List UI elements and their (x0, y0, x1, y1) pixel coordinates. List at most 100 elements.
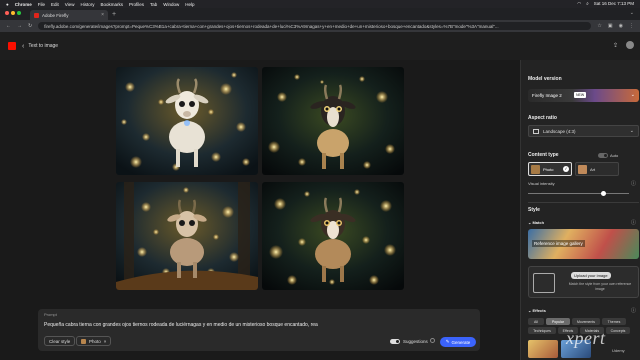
aspect-chevron-icon: ⌄ (629, 128, 634, 134)
chevron-down-icon: ⌄ (630, 92, 635, 98)
firefly-header: ‹ Text to image ⇪ (0, 32, 640, 60)
generated-image-2[interactable] (262, 67, 404, 175)
photo-option-label: Photo (543, 167, 554, 172)
style-heading: Style (528, 207, 540, 213)
menu-edit[interactable]: Edit (51, 2, 59, 7)
menu-view[interactable]: View (65, 2, 75, 7)
goat-image-forest (116, 182, 258, 290)
adobe-logo-icon[interactable] (8, 42, 16, 50)
effect-thumbnail-1[interactable] (528, 340, 558, 358)
photo-thumbnail (531, 165, 540, 174)
effect-tab-popular[interactable]: Popular (546, 318, 570, 325)
effect-tab-techniques[interactable]: Techniques (528, 327, 556, 334)
clear-style-label: Clear style (49, 338, 71, 344)
apple-icon[interactable]: ● (6, 2, 9, 7)
prompt-input[interactable]: Pequeña cabra tierna con grandes ojos ti… (44, 322, 318, 328)
match-info-icon[interactable]: ⓘ (631, 219, 636, 226)
visual-intensity-slider[interactable] (601, 191, 607, 196)
url-text: firefly.adobe.com/generate/images?prompt… (44, 23, 499, 29)
menubar-clock[interactable]: Sat 16 Dec 7:13 PM (594, 1, 634, 7)
new-tab-button[interactable]: + (112, 10, 116, 20)
macos-menubar: ● Chrome File Edit View History Bookmark… (0, 0, 640, 8)
upload-image-area[interactable]: Upload your image Match the style from y… (528, 266, 639, 298)
clear-style-button[interactable]: Clear style (44, 336, 76, 346)
suggestions-toggle[interactable] (390, 339, 400, 344)
menu-app-name[interactable]: Chrome (15, 2, 32, 7)
minimize-window-icon[interactable] (11, 11, 15, 15)
forward-nav-icon[interactable]: → (17, 23, 22, 29)
back-icon[interactable]: ‹ (22, 43, 24, 50)
art-thumbnail (578, 165, 587, 174)
effects-label[interactable]: ⌄ Effects (528, 308, 546, 313)
effect-tab-all[interactable]: All (528, 318, 544, 325)
effect-tab-themes[interactable]: Themes (602, 318, 626, 325)
model-version-select[interactable]: Firefly Image 2 NEW ⌄ (528, 89, 639, 102)
profile-avatar-icon[interactable]: ◉ (619, 23, 623, 29)
effect-tab-movements[interactable]: Movements (572, 318, 600, 325)
menu-history[interactable]: History (80, 2, 94, 7)
browser-tab-firefly[interactable]: Adobe Firefly × (30, 10, 108, 20)
tab-title: Adobe Firefly (42, 12, 69, 18)
address-bar[interactable]: firefly.adobe.com/generate/images?prompt… (38, 22, 592, 30)
upload-image-button[interactable]: Upload your image (571, 272, 611, 279)
aspect-ratio-heading: Aspect ratio (528, 115, 557, 121)
generated-image-1[interactable] (116, 67, 258, 175)
reload-icon[interactable]: ↻ (28, 23, 32, 29)
photo-style-chip[interactable]: Photo × (76, 336, 112, 346)
model-version-heading: Model version (528, 76, 562, 82)
effects-text: Effects (532, 308, 546, 313)
close-window-icon[interactable] (5, 11, 9, 15)
menu-profiles[interactable]: Profiles (129, 2, 144, 7)
adobe-favicon-icon (34, 12, 39, 18)
goat-image-white (116, 67, 258, 175)
effects-info-icon[interactable]: ⓘ (631, 307, 636, 314)
photo-chip-label: Photo (89, 338, 101, 344)
search-icon[interactable]: ⌕ (586, 1, 589, 7)
generated-image-3[interactable] (116, 182, 258, 290)
zoom-window-icon[interactable] (17, 11, 21, 15)
page-title: Text to image (28, 43, 59, 49)
menu-tab[interactable]: Tab (150, 2, 157, 7)
aspect-ratio-value: Landscape (4:3) (543, 129, 576, 134)
bookmark-star-icon[interactable]: ☆ (597, 23, 601, 29)
menu-window[interactable]: Window (163, 2, 179, 7)
extensions-icon[interactable]: ▣ (608, 23, 613, 29)
info-icon[interactable]: ⓘ (631, 180, 636, 187)
content-type-heading: Content type (528, 152, 559, 158)
model-name: Firefly Image 2 (532, 93, 562, 98)
auto-label: Auto (610, 153, 619, 158)
effect-tab-concepts[interactable]: Concepts (606, 327, 630, 334)
visual-intensity-label: Visual intensity (528, 181, 555, 186)
generated-image-4[interactable] (262, 182, 404, 290)
back-nav-icon[interactable]: ← (6, 23, 11, 29)
generate-button[interactable]: ✎ Generate (440, 337, 476, 347)
prompt-label: Prompt (44, 312, 57, 317)
menu-file[interactable]: File (38, 2, 45, 7)
goat-image-black-white (262, 67, 404, 175)
aspect-ratio-select[interactable]: Landscape (4:3) ⌄ (528, 125, 639, 137)
content-type-auto-toggle[interactable] (598, 153, 608, 158)
checkmark-icon: ✓ (563, 166, 569, 172)
prompt-panel: Prompt Pequeña cabra tierna con grandes … (38, 309, 480, 351)
reference-gallery-button[interactable]: Reference image gallery (528, 229, 639, 259)
image-upload-icon (533, 273, 555, 293)
menu-help[interactable]: Help (185, 2, 194, 7)
aspect-ratio-icon (533, 129, 539, 134)
content-type-art[interactable]: Art (575, 162, 619, 176)
tab-close-icon[interactable]: × (101, 12, 104, 18)
match-label[interactable]: ⌄ Match (528, 220, 544, 225)
match-text: Match (532, 220, 545, 225)
generate-icon: ✎ (445, 339, 450, 344)
wifi-icon[interactable]: ◠ (577, 1, 581, 7)
content-type-photo[interactable]: Photo ✓ (528, 162, 572, 176)
share-icon[interactable]: ⇪ (613, 42, 618, 49)
new-badge: NEW (574, 92, 587, 98)
menu-bookmarks[interactable]: Bookmarks (100, 2, 123, 7)
art-option-label: Art (590, 167, 596, 172)
user-avatar[interactable] (626, 41, 634, 49)
chrome-menu-icon[interactable]: ⋮ (629, 23, 634, 29)
loading-spinner-icon (430, 338, 435, 343)
tab-search-icon[interactable]: ⌄ (630, 10, 634, 16)
suggestions-label: Suggestions (403, 339, 428, 344)
photo-chip-close-icon[interactable]: × (104, 339, 107, 344)
